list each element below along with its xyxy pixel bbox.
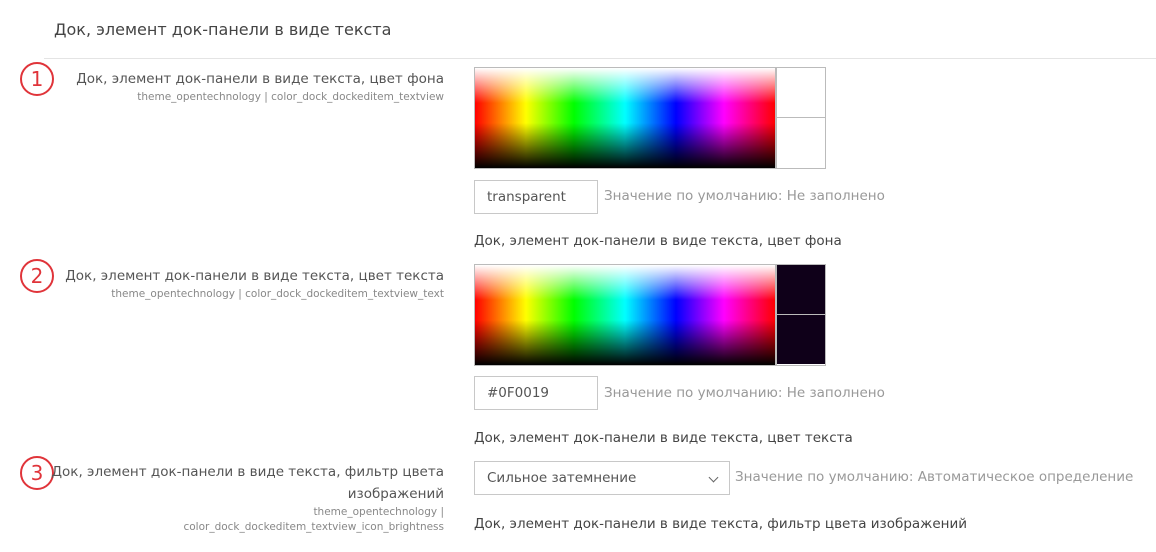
setting-1-description: Док, элемент док-панели в виде текста, ц… bbox=[474, 233, 842, 249]
setting-2-value-input[interactable] bbox=[474, 376, 598, 410]
setting-2-swatch-preview bbox=[776, 264, 826, 366]
setting-1-label: Док, элемент док-панели в виде текста, ц… bbox=[76, 71, 444, 87]
setting-3-key: theme_opentechnology | color_dock_docked… bbox=[183, 506, 444, 533]
setting-2-label: Док, элемент док-панели в виде текста, ц… bbox=[65, 268, 444, 284]
setting-2-description: Док, элемент док-панели в виде текста, ц… bbox=[474, 430, 853, 446]
marker-1: 1 bbox=[20, 62, 54, 96]
setting-3-label: Док, элемент док-панели в виде текста, ф… bbox=[51, 464, 445, 502]
setting-2-label-block: Док, элемент док-панели в виде текста, ц… bbox=[65, 265, 444, 302]
setting-1-value-input[interactable] bbox=[474, 180, 598, 214]
setting-2-color-picker[interactable] bbox=[474, 264, 776, 366]
setting-3-default-text: Значение по умолчанию: Автоматическое оп… bbox=[735, 469, 1134, 485]
setting-3-select[interactable]: Сильное затемнение bbox=[474, 461, 730, 495]
setting-1-swatch-preview bbox=[776, 67, 826, 169]
marker-2: 2 bbox=[20, 259, 54, 293]
section-title: Док, элемент док-панели в виде текста bbox=[54, 20, 392, 39]
setting-1-swatch-new bbox=[777, 68, 825, 117]
setting-3-description: Док, элемент док-панели в виде текста, ф… bbox=[474, 516, 968, 532]
setting-3-selected-value: Сильное затемнение bbox=[487, 470, 637, 486]
setting-1-label-block: Док, элемент док-панели в виде текста, ц… bbox=[76, 68, 444, 105]
setting-1-swatch-current bbox=[777, 117, 825, 167]
setting-1-key: theme_opentechnology | color_dock_docked… bbox=[137, 91, 444, 103]
setting-1-default-text: Значение по умолчанию: Не заполнено bbox=[604, 188, 885, 204]
chevron-down-icon bbox=[708, 472, 719, 483]
setting-3-label-block: Док, элемент док-панели в виде текста, ф… bbox=[44, 461, 445, 535]
setting-2-key: theme_opentechnology | color_dock_docked… bbox=[111, 288, 444, 300]
section-divider bbox=[44, 58, 1156, 59]
setting-1-color-picker[interactable] bbox=[474, 67, 776, 169]
setting-2-swatch-current bbox=[777, 314, 825, 364]
setting-2-default-text: Значение по умолчанию: Не заполнено bbox=[604, 385, 885, 401]
setting-2-swatch-new bbox=[777, 265, 825, 314]
